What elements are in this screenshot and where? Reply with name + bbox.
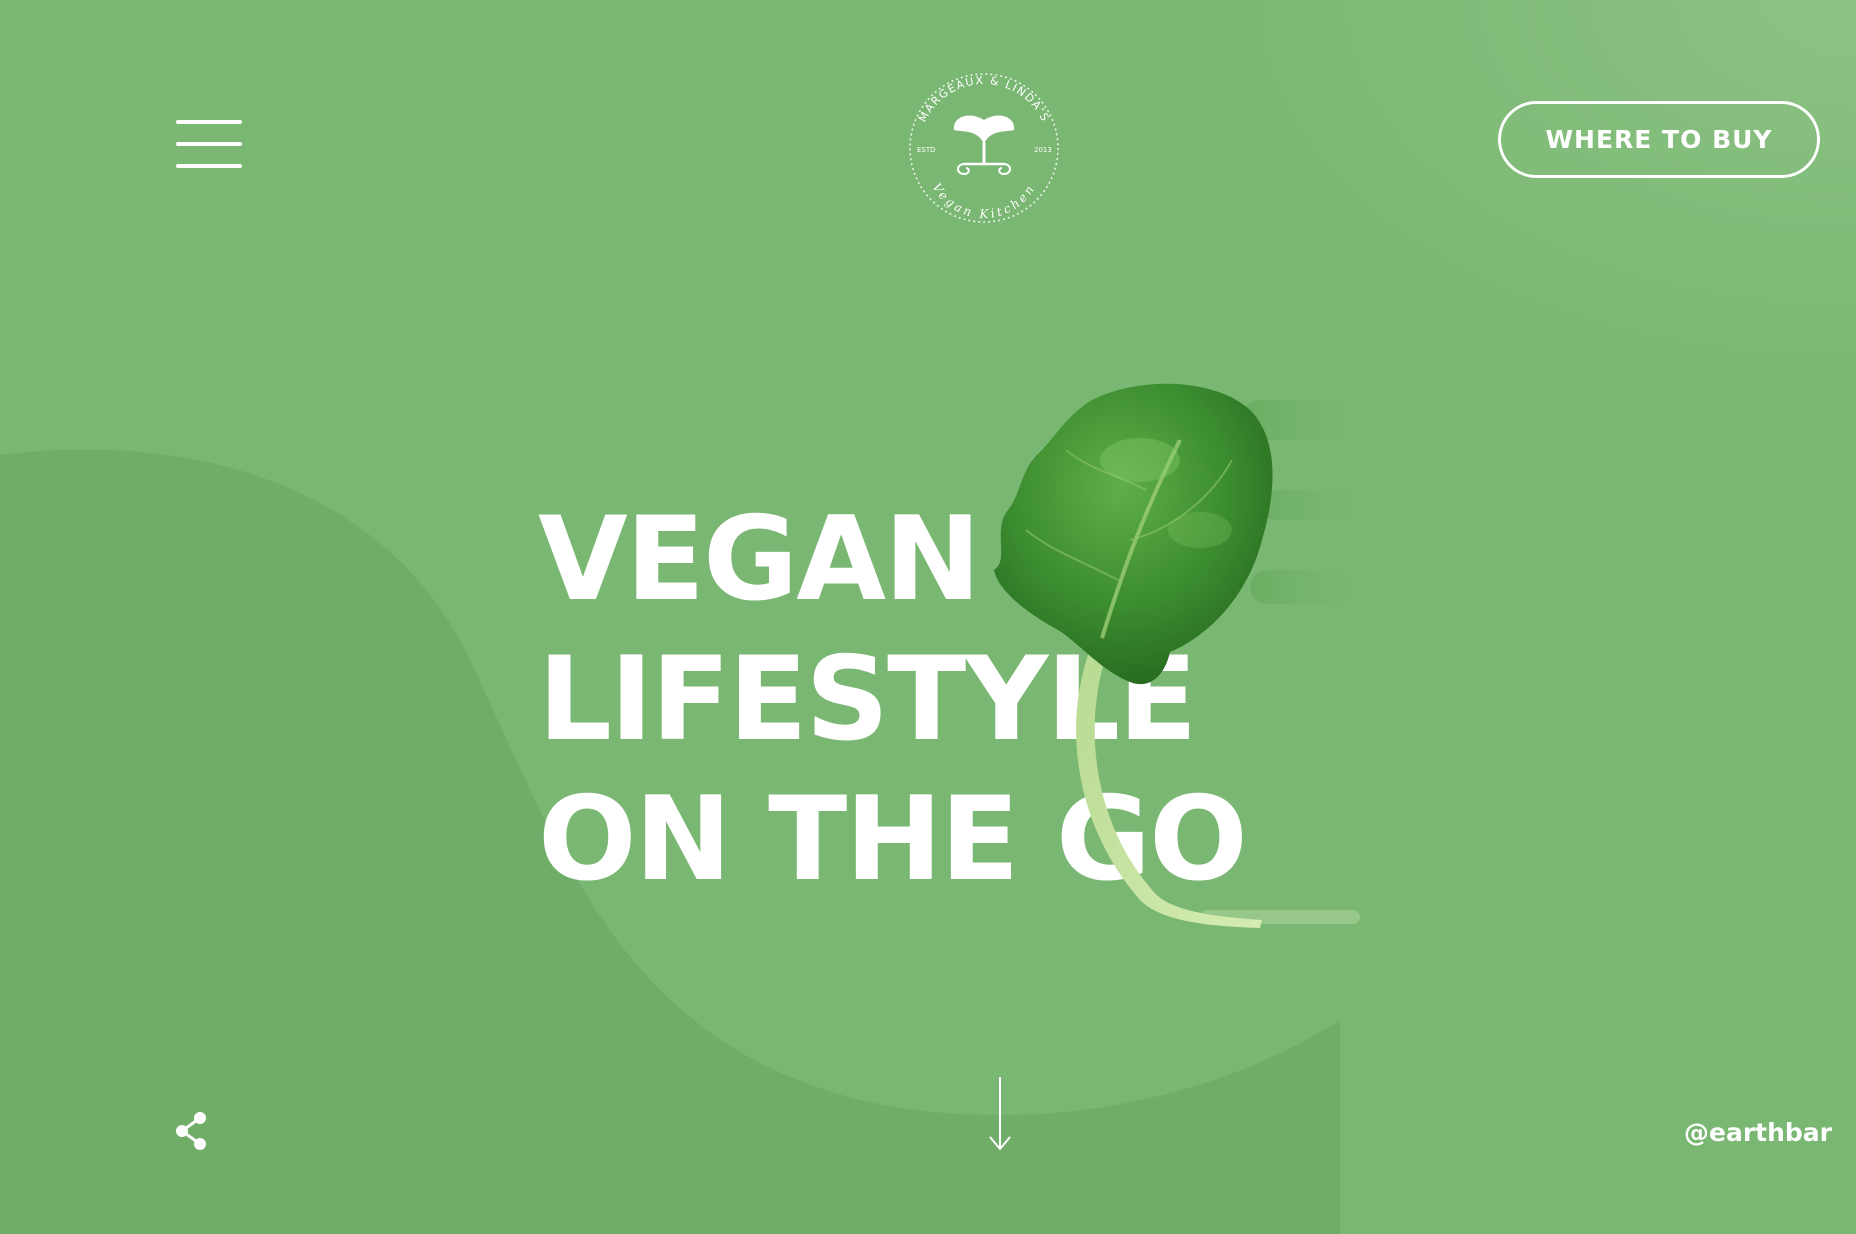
arrow-down-icon[interactable]: [984, 1075, 1016, 1153]
sprout-icon: [953, 115, 1015, 176]
where-to-buy-button[interactable]: WHERE TO BUY: [1498, 101, 1820, 178]
logo-bottom-text: Vegan Kitchen: [930, 181, 1036, 221]
page: MARGEAUX & LINDA'S Vegan Kitchen ESTD 20…: [0, 0, 1856, 1234]
menu-bar-bottom: [176, 164, 242, 168]
menu-bar-top: [176, 120, 242, 124]
logo-year-text: 2013: [1034, 146, 1052, 154]
logo-top-text: MARGEAUX & LINDA'S: [916, 74, 1050, 124]
share-icon[interactable]: [174, 1110, 208, 1152]
logo-estd-text: ESTD: [917, 146, 936, 154]
brand-logo[interactable]: MARGEAUX & LINDA'S Vegan Kitchen ESTD 20…: [898, 68, 1070, 228]
svg-text:MARGEAUX & LINDA'S: MARGEAUX & LINDA'S: [916, 74, 1052, 124]
menu-bar-middle: [176, 142, 242, 146]
hamburger-menu-icon[interactable]: [176, 120, 242, 170]
social-handle-link[interactable]: @earthbar: [1684, 1118, 1832, 1147]
spinach-leaf-image: [970, 380, 1390, 950]
svg-text:Vegan Kitchen: Vegan Kitchen: [930, 181, 1039, 221]
